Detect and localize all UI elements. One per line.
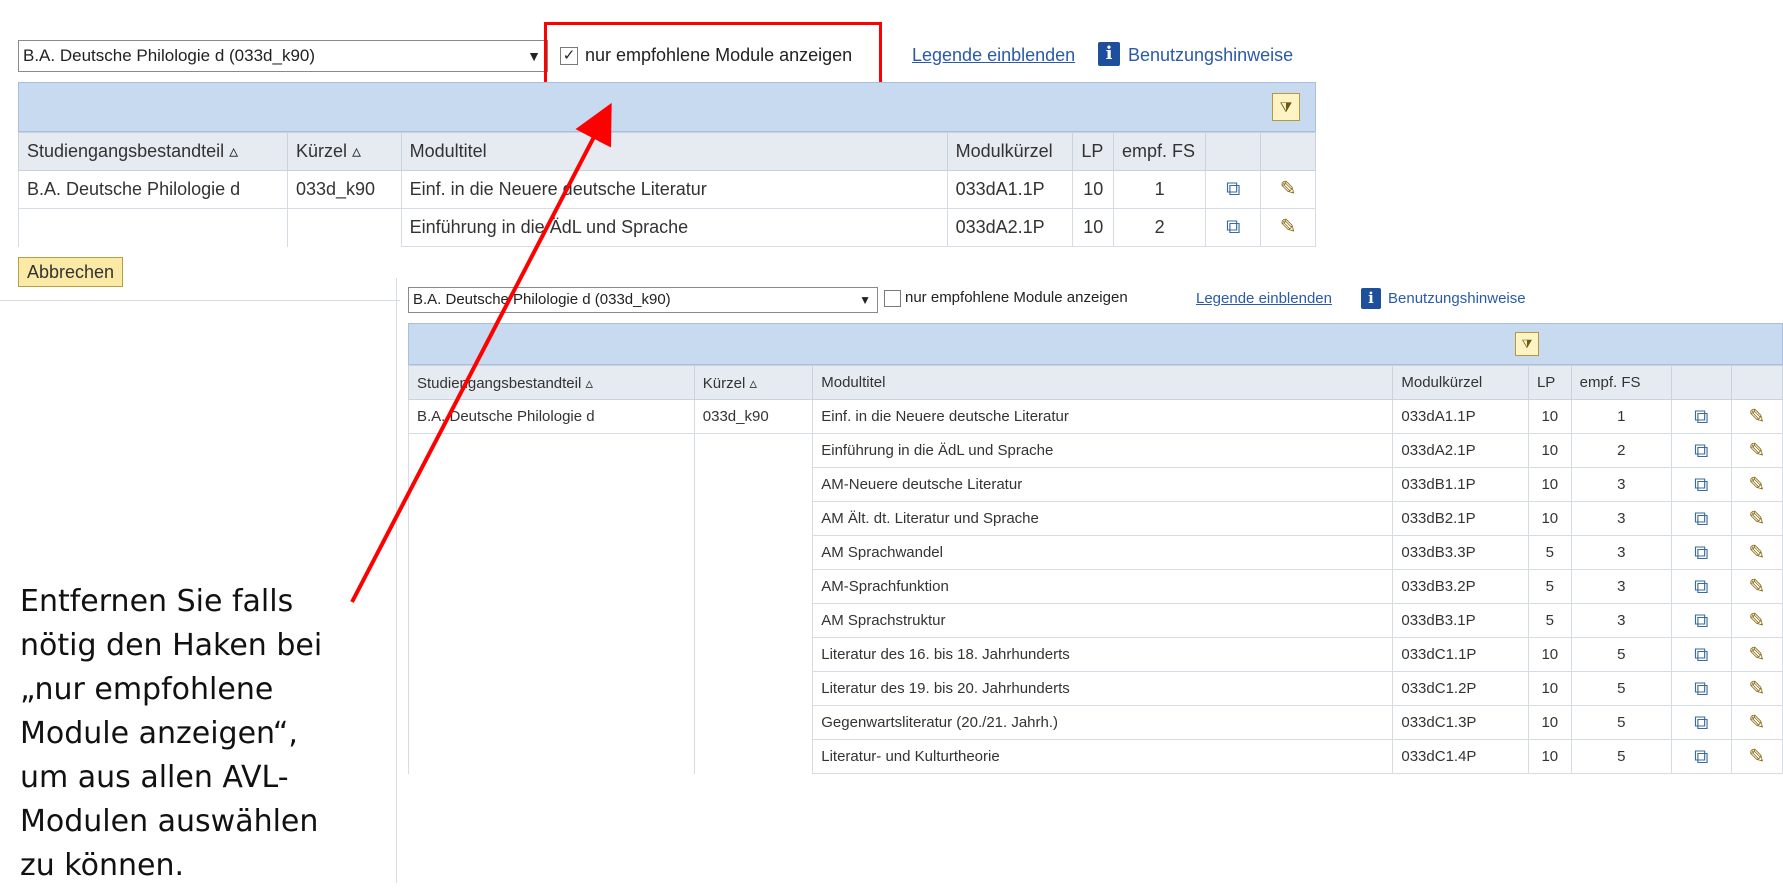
annotation-arrow	[350, 102, 612, 603]
arrow-line	[350, 102, 612, 603]
